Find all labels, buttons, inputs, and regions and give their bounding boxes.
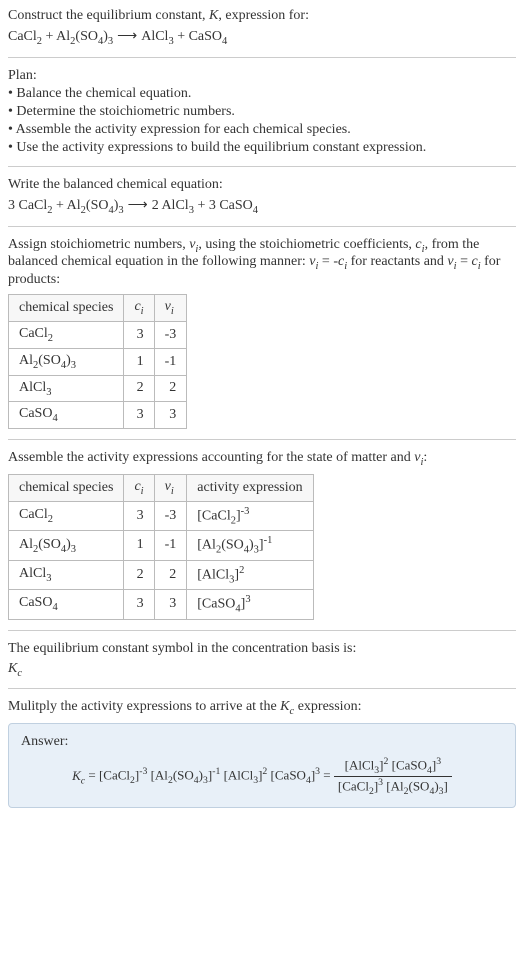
table-row: CaSO4 3 3 xyxy=(9,402,187,429)
balanced-equation: 3 CaCl2 + Al2(SO4)3⟶2 AlCl3 + 3 CaSO4 xyxy=(8,197,516,216)
vi-cell: -1 xyxy=(154,348,187,375)
divider xyxy=(8,166,516,167)
ci-cell: 1 xyxy=(124,348,154,375)
expr-cell: [AlCl3]2 xyxy=(187,560,313,589)
plan-item: • Assemble the activity expression for e… xyxy=(8,122,516,138)
species-cell: CaCl2 xyxy=(9,321,124,348)
table-row: CaCl2 3 -3 [CaCl2]-3 xyxy=(9,501,314,530)
intro-section: Construct the equilibrium constant, K, e… xyxy=(8,8,516,47)
table-header-row: chemical species ci νi activity expressi… xyxy=(9,474,314,501)
plan-item: • Balance the chemical equation. xyxy=(8,86,516,102)
ci-cell: 3 xyxy=(124,402,154,429)
species-cell: Al2(SO4)3 xyxy=(9,531,124,560)
ci-cell: 2 xyxy=(124,375,154,402)
col-vi: νi xyxy=(154,295,187,322)
plan-section: Plan: • Balance the chemical equation. •… xyxy=(8,68,516,156)
activity-table: chemical species ci νi activity expressi… xyxy=(8,474,314,620)
plan-label: Plan: xyxy=(8,68,516,84)
expr-cell: [CaSO4]3 xyxy=(187,590,313,619)
vi-cell: -3 xyxy=(154,321,187,348)
species-cell: CaSO4 xyxy=(9,402,124,429)
species-cell: AlCl3 xyxy=(9,375,124,402)
col-species: chemical species xyxy=(9,474,124,501)
divider xyxy=(8,57,516,58)
vi-cell: -3 xyxy=(154,501,187,530)
table-row: AlCl3 2 2 xyxy=(9,375,187,402)
ci-cell: 1 xyxy=(124,531,154,560)
divider xyxy=(8,226,516,227)
symbol-text: The equilibrium constant symbol in the c… xyxy=(8,641,516,657)
answer-label: Answer: xyxy=(21,734,503,750)
symbol-section: The equilibrium constant symbol in the c… xyxy=(8,641,516,679)
vi-cell: 2 xyxy=(154,375,187,402)
table-row: Al2(SO4)3 1 -1 xyxy=(9,348,187,375)
col-vi: νi xyxy=(154,474,187,501)
assemble-text: Assemble the activity expressions accoun… xyxy=(8,450,516,468)
plan-item: • Determine the stoichiometric numbers. xyxy=(8,104,516,120)
assign-section: Assign stoichiometric numbers, νi, using… xyxy=(8,237,516,430)
answer-box: Answer: Kc = [CaCl2]-3 [Al2(SO4)3]-1 [Al… xyxy=(8,723,516,808)
divider xyxy=(8,630,516,631)
vi-cell: 2 xyxy=(154,560,187,589)
answer-equation: Kc = [CaCl2]-3 [Al2(SO4)3]-1 [AlCl3]2 [C… xyxy=(21,756,503,797)
intro-equation: CaCl2 + Al2(SO4)3⟶AlCl3 + CaSO4 xyxy=(8,28,516,47)
ci-cell: 2 xyxy=(124,560,154,589)
ci-cell: 3 xyxy=(124,501,154,530)
table-row: CaCl2 3 -3 xyxy=(9,321,187,348)
vi-cell: 3 xyxy=(154,402,187,429)
species-cell: CaSO4 xyxy=(9,590,124,619)
assemble-section: Assemble the activity expressions accoun… xyxy=(8,450,516,619)
species-cell: CaCl2 xyxy=(9,501,124,530)
col-ci: ci xyxy=(124,295,154,322)
stoich-table: chemical species ci νi CaCl2 3 -3 Al2(SO… xyxy=(8,294,187,429)
multiply-section: Mulitply the activity expressions to arr… xyxy=(8,699,516,808)
multiply-text: Mulitply the activity expressions to arr… xyxy=(8,699,516,717)
expr-cell: [Al2(SO4)3]-1 xyxy=(187,531,313,560)
symbol-value: Kc xyxy=(8,661,516,679)
table-row: CaSO4 3 3 [CaSO4]3 xyxy=(9,590,314,619)
table-header-row: chemical species ci νi xyxy=(9,295,187,322)
col-species: chemical species xyxy=(9,295,124,322)
col-expr: activity expression xyxy=(187,474,313,501)
divider xyxy=(8,439,516,440)
ci-cell: 3 xyxy=(124,590,154,619)
intro-line1: Construct the equilibrium constant, K, e… xyxy=(8,8,516,24)
vi-cell: -1 xyxy=(154,531,187,560)
col-ci: ci xyxy=(124,474,154,501)
divider xyxy=(8,688,516,689)
table-row: Al2(SO4)3 1 -1 [Al2(SO4)3]-1 xyxy=(9,531,314,560)
species-cell: AlCl3 xyxy=(9,560,124,589)
plan-item: • Use the activity expressions to build … xyxy=(8,140,516,156)
species-cell: Al2(SO4)3 xyxy=(9,348,124,375)
assign-text: Assign stoichiometric numbers, νi, using… xyxy=(8,237,516,289)
vi-cell: 3 xyxy=(154,590,187,619)
table-row: AlCl3 2 2 [AlCl3]2 xyxy=(9,560,314,589)
balanced-section: Write the balanced chemical equation: 3 … xyxy=(8,177,516,216)
expr-cell: [CaCl2]-3 xyxy=(187,501,313,530)
ci-cell: 3 xyxy=(124,321,154,348)
balanced-text: Write the balanced chemical equation: xyxy=(8,177,516,193)
